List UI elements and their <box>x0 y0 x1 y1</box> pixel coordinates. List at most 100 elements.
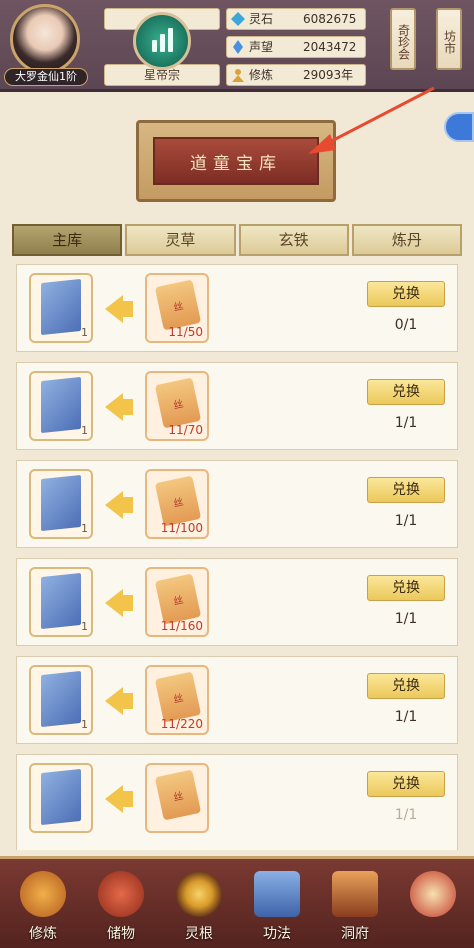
reward-book-slot[interactable]: 1 <box>29 469 93 539</box>
nav-spirit-root[interactable]: 灵根 <box>164 867 234 947</box>
exchange-arrow-tail <box>121 693 133 709</box>
treasure-fair-button[interactable]: 奇珍会 <box>390 8 416 70</box>
stat-label: 灵石 <box>249 12 274 26</box>
cost-scroll-slot[interactable]: 丝 11/100 <box>145 469 209 539</box>
extra-nav-icon <box>410 871 456 917</box>
exchange-button[interactable]: 兑换 <box>367 379 445 405</box>
exchange-button[interactable]: 兑换 <box>367 575 445 601</box>
nav-extra[interactable] <box>398 867 468 947</box>
top-bar: 大罗金仙1阶 商 星帝宗 灵石 6082675 声望 2043472 修炼 29… <box>0 0 474 92</box>
technique-book-icon <box>41 572 81 630</box>
cost-count: 11/160 <box>160 619 203 633</box>
bar-icon <box>159 34 165 52</box>
exchange-arrow-tail <box>121 399 133 415</box>
exchange-limit: 1/1 <box>394 415 418 431</box>
scroll-icon: 丝 <box>154 377 202 429</box>
reward-count: 1 <box>81 326 88 339</box>
exchange-row: 1 丝 11/220 兑换 1/1 <box>16 656 458 744</box>
shop-tabs: 主库 灵草 玄铁 炼丹 <box>12 224 462 256</box>
exchange-button[interactable]: 兑换 <box>367 477 445 503</box>
scroll-icon: 丝 <box>154 475 202 527</box>
player-rank-label: 大罗金仙1阶 <box>4 68 88 86</box>
exchange-limit: 1/1 <box>394 513 418 529</box>
tab-iron[interactable]: 玄铁 <box>238 224 349 256</box>
cost-scroll-slot[interactable]: 丝 11/220 <box>145 665 209 735</box>
cave-mansion-icon <box>332 871 378 917</box>
nav-label: 灵根 <box>185 926 213 942</box>
storage-bag-icon <box>98 871 144 917</box>
nav-cave-mansion[interactable]: 洞府 <box>320 867 390 947</box>
cost-scroll-slot[interactable]: 丝 11/160 <box>145 567 209 637</box>
side-float-button[interactable] <box>444 112 474 142</box>
cost-scroll-slot[interactable]: 丝 11/50 <box>145 273 209 343</box>
nav-storage[interactable]: 储物 <box>86 867 156 947</box>
scroll-icon: 丝 <box>154 279 202 331</box>
red-pointer-arrow-icon <box>308 86 435 154</box>
nav-label: 洞府 <box>341 926 369 942</box>
exchange-button[interactable]: 兑换 <box>367 281 445 307</box>
technique-book-icon <box>41 376 81 434</box>
exchange-button[interactable]: 兑换 <box>367 771 445 797</box>
exchange-row: 丝 兑换 1/1 <box>16 754 458 850</box>
nav-label: 储物 <box>107 926 135 942</box>
technique-book-icon <box>41 474 81 532</box>
stat-spirit-stone: 灵石 6082675 <box>226 8 366 30</box>
exchange-limit: 1/1 <box>394 807 418 823</box>
stat-value: 2043472 <box>303 40 357 54</box>
tab-main-store[interactable]: 主库 <box>12 224 123 256</box>
exchange-row: 1 丝 11/70 兑换 1/1 <box>16 362 458 450</box>
stat-prestige: 声望 2043472 <box>226 36 366 58</box>
cost-count: 11/70 <box>168 423 203 437</box>
reward-book-slot[interactable] <box>29 763 93 833</box>
player-avatar[interactable] <box>10 4 80 74</box>
spirit-root-icon <box>176 871 222 917</box>
reward-count: 1 <box>81 424 88 437</box>
exchange-arrow-tail <box>121 301 133 317</box>
nav-techniques[interactable]: 功法 <box>242 867 312 947</box>
bar-icon <box>151 40 157 52</box>
scroll-icon: 丝 <box>154 573 202 625</box>
spirit-stone-icon <box>231 12 245 26</box>
stat-value: 29093年 <box>303 68 354 82</box>
exchange-arrow-tail <box>121 595 133 611</box>
stats-chart-button[interactable] <box>133 12 191 70</box>
market-button[interactable]: 坊市 <box>436 8 462 70</box>
exchange-arrow-tail <box>121 497 133 513</box>
cultivation-figure-icon <box>232 69 244 82</box>
reward-book-slot[interactable]: 1 <box>29 665 93 735</box>
nav-label: 功法 <box>263 926 291 942</box>
exchange-limit: 1/1 <box>394 611 418 627</box>
reward-book-slot[interactable]: 1 <box>29 371 93 441</box>
tab-alchemy[interactable]: 炼丹 <box>351 224 462 256</box>
stat-label: 声望 <box>249 40 274 54</box>
prestige-gem-icon <box>233 40 243 54</box>
technique-book-icon <box>41 670 81 728</box>
bottom-nav: 修炼 储物 灵根 功法 洞府 <box>0 856 474 948</box>
cost-scroll-slot[interactable]: 丝 11/70 <box>145 371 209 441</box>
scroll-icon: 丝 <box>154 769 202 821</box>
exchange-row: 1 丝 11/160 兑换 1/1 <box>16 558 458 646</box>
exchange-limit: 0/1 <box>394 317 418 333</box>
cultivator-icon <box>20 871 66 917</box>
exchange-row: 1 丝 11/100 兑换 1/1 <box>16 460 458 548</box>
reward-count: 1 <box>81 718 88 731</box>
reward-count: 1 <box>81 522 88 535</box>
exchange-arrow-tail <box>121 791 133 807</box>
stat-value: 6082675 <box>303 12 357 26</box>
reward-count: 1 <box>81 620 88 633</box>
cost-scroll-slot[interactable]: 丝 <box>145 763 209 833</box>
exchange-limit: 1/1 <box>394 709 418 725</box>
nav-label: 修炼 <box>29 926 57 942</box>
scroll-icon: 丝 <box>154 671 202 723</box>
tab-herbs[interactable]: 灵草 <box>125 224 236 256</box>
reward-book-slot[interactable]: 1 <box>29 273 93 343</box>
technique-book-icon <box>41 278 81 336</box>
reward-book-slot[interactable]: 1 <box>29 567 93 637</box>
exchange-button[interactable]: 兑换 <box>367 673 445 699</box>
cost-count: 11/220 <box>160 717 203 731</box>
exchange-row: 1 丝 11/50 兑换 0/1 <box>16 264 458 352</box>
stat-cultivation: 修炼 29093年 <box>226 64 366 86</box>
technique-book-icon <box>41 768 81 826</box>
nav-cultivation[interactable]: 修炼 <box>8 867 78 947</box>
stat-label: 修炼 <box>249 68 274 82</box>
